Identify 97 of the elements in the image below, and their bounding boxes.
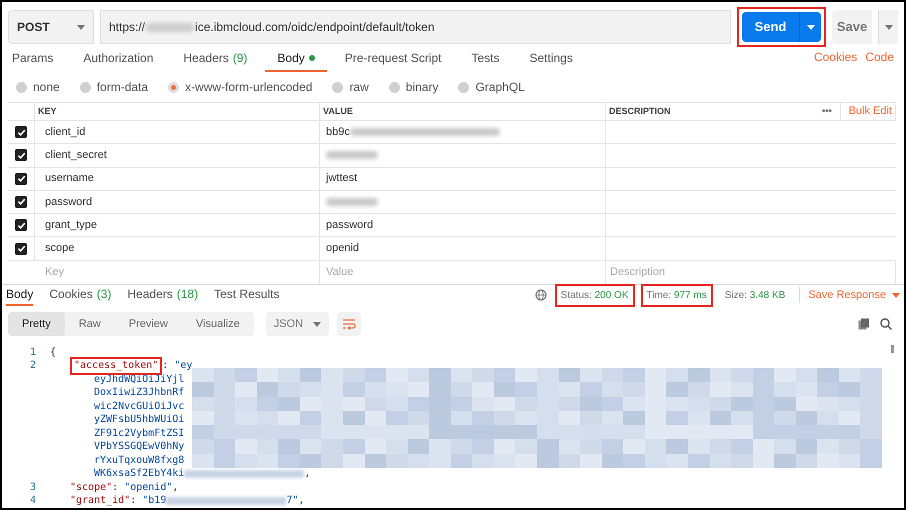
json-key: "grant_id" <box>70 494 130 508</box>
table-cell-text: client_secret <box>45 148 107 164</box>
radio-icon[interactable] <box>168 82 180 92</box>
request-tab[interactable]: Headers (9) <box>183 46 248 72</box>
json-string: ZF91c2VybmFtZSI <box>94 426 184 440</box>
json-string: "openid" <box>124 480 172 494</box>
json-punctuation: , <box>172 480 178 494</box>
save-button[interactable]: Save <box>832 10 872 44</box>
json-string: "ey <box>174 359 192 373</box>
radio-option[interactable]: none <box>16 78 60 96</box>
table-cell-text: openid <box>326 241 360 256</box>
table-cell-text: scope <box>45 241 74 256</box>
scrollbar-thumb[interactable] <box>891 344 894 353</box>
response-tab[interactable]: Body <box>6 284 34 306</box>
radio-option[interactable]: x-www-form-urlencoded <box>168 78 312 96</box>
caret-icon <box>77 24 85 30</box>
request-tab[interactable]: Params <box>12 46 54 72</box>
json-punctuation: , <box>304 467 310 481</box>
json-string: VPbYSSGQEwV0hNy <box>94 440 184 454</box>
radio-icon[interactable] <box>458 82 470 92</box>
view-mode-tab[interactable]: Pretty <box>8 312 65 336</box>
table-cell-text: password <box>45 194 92 210</box>
request-tab[interactable]: Pre-request Script <box>344 46 442 72</box>
json-string: DoxIiwiZ3JhbnRf <box>94 386 184 400</box>
radio-icon[interactable] <box>388 82 400 92</box>
json-string: yZWFsbU5hbWUiOi <box>94 413 184 427</box>
radio-option[interactable]: binary <box>388 78 438 96</box>
radio-icon[interactable] <box>332 82 344 92</box>
wrap-lines-button[interactable] <box>337 312 362 336</box>
checkbox[interactable] <box>15 196 27 208</box>
table-cell-text: client_id <box>45 124 86 140</box>
column-header: DESCRIPTION <box>609 104 671 118</box>
json-string: eyJhdWQiOiJiYjl <box>94 372 184 386</box>
url-field[interactable]: https:// ice.ibmcloud.com/oidc/endpoint/default/token <box>100 10 731 44</box>
json-punctuation: : <box>130 494 138 508</box>
more-options-button[interactable]: ••• <box>822 104 832 119</box>
response-status: Status: 200 OK <box>554 284 634 307</box>
send-dropdown-button[interactable] <box>799 12 821 42</box>
caret-icon <box>313 322 322 327</box>
line-number: 4 <box>30 495 36 506</box>
wrap-lines-icon <box>342 318 356 330</box>
response-tab[interactable]: Test Results <box>214 284 280 306</box>
json-key: "scope" <box>70 480 112 494</box>
line-number: 2 <box>30 360 36 372</box>
json-punctuation: , <box>298 494 304 508</box>
table-cell-text: username <box>45 171 94 186</box>
json-punctuation: { <box>50 346 56 360</box>
view-mode-tab[interactable]: Raw <box>64 312 115 336</box>
json-string: wic2NvcGUiOiJvc <box>94 400 184 414</box>
json-string: "b19 <box>142 494 166 508</box>
radio-icon[interactable] <box>80 82 91 92</box>
globe-icon <box>534 289 547 302</box>
checkbox[interactable] <box>15 242 27 255</box>
copy-icon[interactable] <box>858 318 870 330</box>
json-string: rYxuTqxouW8fxg8 <box>94 454 184 468</box>
table-cell-text: password <box>326 218 374 233</box>
view-mode-tab[interactable]: Preview <box>114 312 182 336</box>
response-tab[interactable]: Headers (18) <box>127 284 198 306</box>
method-dropdown[interactable]: POST <box>8 10 94 44</box>
line-number: 3 <box>30 482 36 493</box>
json-punctuation: : <box>112 480 120 494</box>
line-number: 1 <box>30 346 36 358</box>
view-mode-tab[interactable]: Visualize <box>182 312 254 336</box>
column-header: KEY <box>38 104 57 118</box>
redaction-blur <box>146 22 194 32</box>
format-dropdown[interactable]: JSON <box>266 312 330 336</box>
json-punctuation: : <box>162 359 170 373</box>
json-string: WK6xsaSf2EbY4ki <box>94 467 184 481</box>
caret-icon <box>884 24 892 30</box>
checkbox[interactable] <box>15 126 27 138</box>
json-key: "access_token" <box>70 357 162 375</box>
table-cell-text: jwttest <box>326 171 358 186</box>
request-tab[interactable]: Settings <box>530 46 573 72</box>
checkbox[interactable] <box>15 172 27 185</box>
save-dropdown-button[interactable] <box>878 10 898 44</box>
radio-option[interactable]: GraphQL <box>458 78 525 96</box>
checkbox[interactable] <box>15 219 27 232</box>
caret-icon <box>892 292 900 298</box>
radio-option[interactable]: form-data <box>80 78 148 96</box>
request-tab[interactable]: Body <box>265 46 327 72</box>
send-button[interactable]: Send <box>742 12 799 42</box>
table-cell-text: grant_type <box>45 218 97 233</box>
radio-icon[interactable] <box>16 82 27 92</box>
table-cell-text: bb9c <box>326 124 350 140</box>
request-tab[interactable]: Tests <box>471 46 500 72</box>
search-icon[interactable] <box>880 318 892 330</box>
json-string: 7" <box>286 494 298 508</box>
url-text: https:// <box>109 19 146 36</box>
request-tab[interactable]: Authorization <box>83 46 154 72</box>
caret-icon <box>806 24 814 30</box>
response-time: Time: 977 ms <box>640 284 713 307</box>
checkbox[interactable] <box>15 149 27 162</box>
radio-option[interactable]: raw <box>332 78 369 96</box>
url-text: ice.ibmcloud.com/oidc/endpoint/default/token <box>195 19 435 36</box>
response-tab[interactable]: Cookies (3) <box>49 284 112 306</box>
column-header: VALUE <box>323 104 353 118</box>
response-size: Size: 3.48 KB <box>724 288 786 303</box>
